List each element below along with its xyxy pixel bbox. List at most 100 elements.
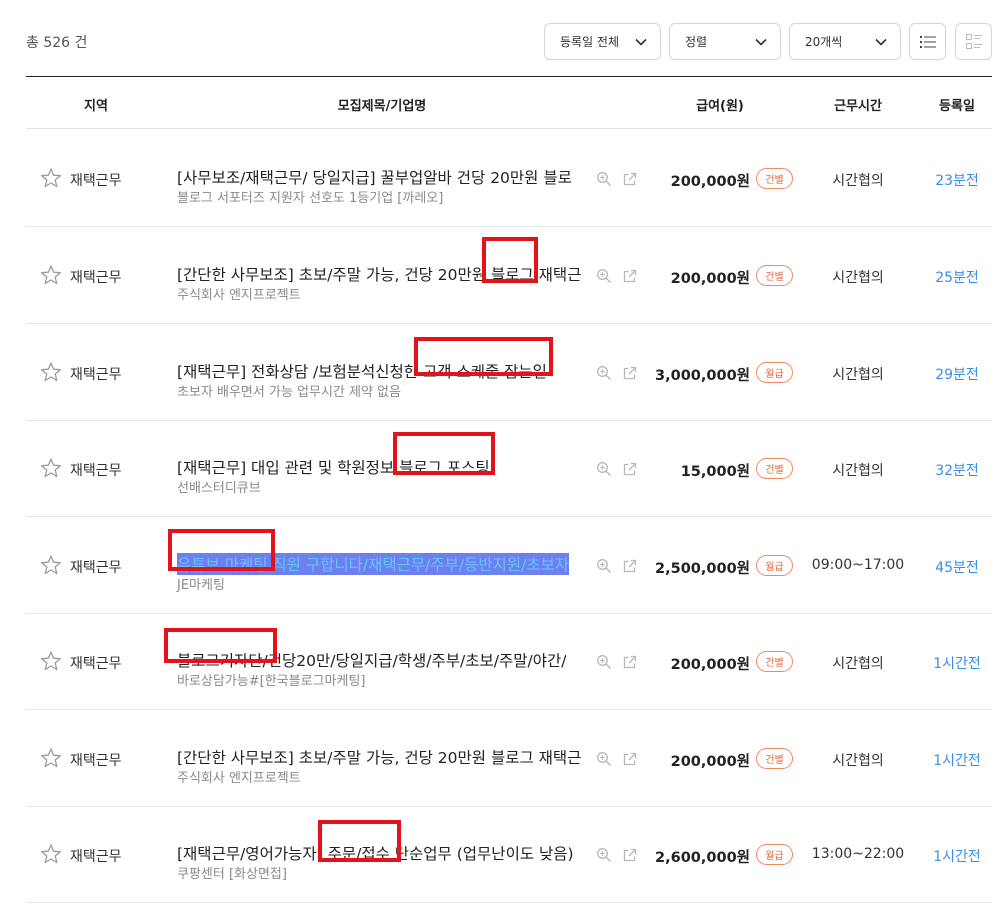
header-hours: 근무시간 xyxy=(834,99,882,114)
zoom-in-icon[interactable] xyxy=(596,365,612,381)
posted-time: 1시간전 xyxy=(933,849,981,865)
company-name[interactable]: 선배스터디큐브 xyxy=(177,477,261,496)
zoom-in-icon[interactable] xyxy=(596,847,612,863)
region-label: 재택근무 xyxy=(70,463,122,479)
company-name[interactable]: 쿠팡센터 [화상면접] xyxy=(177,863,287,882)
page-size-label: 20개씩 xyxy=(805,35,843,49)
star-icon[interactable] xyxy=(40,554,62,576)
pay-amount: 200,000원 xyxy=(670,754,750,770)
work-hours: 시간협의 xyxy=(832,173,884,189)
company-name[interactable]: 주식회사 엔지프로젝트 xyxy=(177,284,301,303)
posted-time: 23분전 xyxy=(935,173,979,189)
region-label: 재택근무 xyxy=(70,849,122,865)
star-icon[interactable] xyxy=(40,843,62,865)
pay-type-badge: 건별 xyxy=(756,168,793,189)
job-row[interactable]: 재택근무 [사무보조/재택근무/ 당일지급] 꿀부업알바 건당 20만원 블로 블로… xyxy=(26,130,992,227)
star-icon[interactable] xyxy=(40,167,62,189)
header-posted: 등록일 xyxy=(939,99,975,114)
pay-type-badge: 건별 xyxy=(756,748,793,769)
pay-amount: 2,500,000원 xyxy=(655,561,750,577)
highlight-box xyxy=(164,628,277,663)
job-row[interactable]: 재택근무 [간단한 사무보조] 초보/주말 가능, 건당 20만원 블로그 재택근… xyxy=(26,710,992,807)
zoom-in-icon[interactable] xyxy=(596,751,612,767)
pay-amount: 200,000원 xyxy=(670,271,750,287)
zoom-in-icon[interactable] xyxy=(596,461,612,477)
star-icon[interactable] xyxy=(40,650,62,672)
pay-amount: 2,600,000원 xyxy=(655,850,750,866)
external-link-icon[interactable] xyxy=(622,461,638,477)
company-name[interactable]: 초보자 배우면서 가능 업무시간 제약 없음 xyxy=(177,381,401,400)
posted-time: 1시간전 xyxy=(933,656,981,672)
pay-type-badge: 월급 xyxy=(756,844,793,865)
list-view-icon xyxy=(919,35,936,48)
company-name[interactable]: 주식회사 엔지프로젝트 xyxy=(177,767,301,786)
job-row[interactable]: 재택근무 [재택근무] 대입 관련 및 학원정보 블로그 포스팅 선배스터디큐브 15… xyxy=(26,420,992,517)
posted-time: 25분전 xyxy=(935,270,979,286)
pay-amount: 15,000원 xyxy=(680,464,750,480)
posted-time: 32분전 xyxy=(935,463,979,479)
highlight-box xyxy=(168,529,275,571)
header-pay: 급여(원) xyxy=(696,99,744,114)
company-name[interactable]: 블로그 서포터즈 지원자 선호도 1등기업 [까레오] xyxy=(177,187,443,206)
highlight-box xyxy=(414,337,553,376)
region-label: 재택근무 xyxy=(70,367,122,383)
external-link-icon[interactable] xyxy=(622,751,638,767)
zoom-in-icon[interactable] xyxy=(596,654,612,670)
zoom-in-icon[interactable] xyxy=(596,558,612,574)
chevron-down-icon xyxy=(635,38,647,46)
work-hours: 시간협의 xyxy=(832,753,884,769)
work-hours: 13:00~22:00 xyxy=(811,846,905,862)
zoom-in-icon[interactable] xyxy=(596,268,612,284)
header-region: 지역 xyxy=(84,99,108,114)
highlight-box xyxy=(318,820,401,862)
star-icon[interactable] xyxy=(40,264,62,286)
posted-time: 1시간전 xyxy=(933,753,981,769)
region-label: 재택근무 xyxy=(70,560,122,576)
star-icon[interactable] xyxy=(40,361,62,383)
pay-type-badge: 월급 xyxy=(756,555,793,576)
work-hours: 09:00~17:00 xyxy=(811,557,905,573)
region-label: 재택근무 xyxy=(70,656,122,672)
external-link-icon[interactable] xyxy=(622,654,638,670)
work-hours: 시간협의 xyxy=(832,656,884,672)
pay-type-badge: 월급 xyxy=(756,362,793,383)
card-view-button[interactable] xyxy=(955,23,992,60)
total-count: 총 526 건 xyxy=(26,35,88,51)
highlight-box xyxy=(393,432,495,475)
pay-amount: 200,000원 xyxy=(670,174,750,190)
work-hours: 시간협의 xyxy=(832,270,884,286)
external-link-icon[interactable] xyxy=(622,171,638,187)
pay-type-badge: 건별 xyxy=(756,265,793,286)
pay-type-badge: 건별 xyxy=(756,651,793,672)
work-hours: 시간협의 xyxy=(832,463,884,479)
job-title-link[interactable]: [사무보조/재택근무/ 당일지급] 꿀부업알바 건당 20만원 블로 xyxy=(177,166,572,188)
external-link-icon[interactable] xyxy=(622,268,638,284)
highlight-box xyxy=(482,237,538,283)
sort-label: 정렬 xyxy=(685,35,708,49)
pay-type-badge: 건별 xyxy=(756,458,793,479)
list-view-button[interactable] xyxy=(909,23,946,60)
chevron-down-icon xyxy=(755,38,767,46)
posted-time: 45분전 xyxy=(935,560,979,576)
external-link-icon[interactable] xyxy=(622,558,638,574)
star-icon[interactable] xyxy=(40,747,62,769)
sort-select[interactable]: 정렬 xyxy=(669,23,781,60)
external-link-icon[interactable] xyxy=(622,847,638,863)
region-label: 재택근무 xyxy=(70,753,122,769)
date-filter-select[interactable]: 등록일 전체 xyxy=(544,23,661,60)
page-size-select[interactable]: 20개씩 xyxy=(789,23,901,60)
job-title-link[interactable]: [간단한 사무보조] 초보/주말 가능, 건당 20만원 블로그 재택근 xyxy=(177,746,581,768)
table-header: 지역 모집제목/기업명 급여(원) 근무시간 등록일 xyxy=(26,77,992,129)
posted-time: 29분전 xyxy=(935,367,979,383)
work-hours: 시간협의 xyxy=(832,367,884,383)
zoom-in-icon[interactable] xyxy=(596,171,612,187)
job-row[interactable]: 재택근무 [재택근무/영어가능자] 주문/접수 단순업무 (업무난이도 낮음) 쿠팡… xyxy=(26,806,992,903)
header-title: 모집제목/기업명 xyxy=(337,99,427,114)
pay-amount: 3,000,000원 xyxy=(655,368,750,384)
card-view-icon xyxy=(965,33,982,49)
pay-amount: 200,000원 xyxy=(670,657,750,673)
company-name[interactable]: JE마케팅 xyxy=(177,574,225,593)
company-name[interactable]: 바로상담가능#[한국블로그마케팅] xyxy=(177,670,365,689)
external-link-icon[interactable] xyxy=(622,365,638,381)
star-icon[interactable] xyxy=(40,457,62,479)
